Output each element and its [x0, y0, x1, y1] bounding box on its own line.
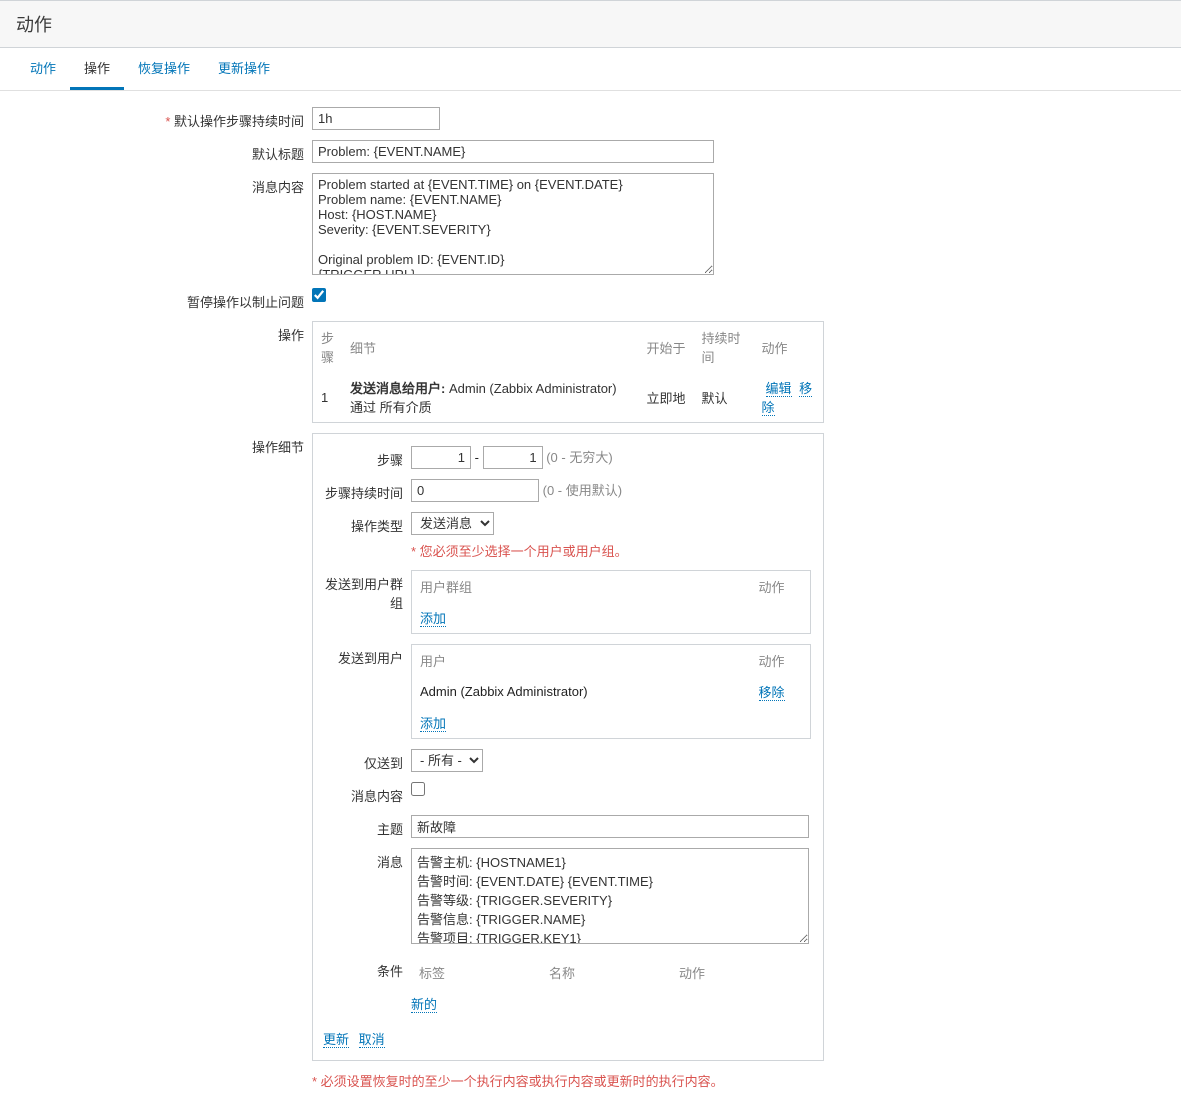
ops-row-num: 1 — [313, 372, 343, 423]
label-condition: 条件 — [323, 957, 411, 980]
ops-th-action: 动作 — [754, 322, 824, 373]
subject-input[interactable] — [411, 815, 809, 838]
label-operation-detail: 操作细节 — [12, 433, 312, 456]
default-step-duration-input[interactable] — [312, 107, 440, 130]
label-message: 消息 — [323, 848, 411, 871]
groups-add-link[interactable]: 添加 — [420, 611, 446, 627]
pause-operations-checkbox[interactable] — [312, 288, 326, 302]
op-type-select[interactable]: 发送消息 — [411, 512, 494, 535]
operation-detail-box: 步骤 - (0 - 无穷大) 步骤持续时间 (0 - 使用默认) — [312, 433, 824, 1061]
users-row: Admin (Zabbix Administrator) 移除 — [412, 676, 811, 707]
label-default-step-duration: * 默认操作步骤持续时间 — [12, 107, 312, 130]
users-th-user: 用户 — [412, 645, 751, 677]
message-textarea[interactable]: 告警主机: {HOSTNAME1} 告警时间: {EVENT.DATE} {EV… — [411, 848, 809, 944]
condition-table: 标签 名称 动作 新的 — [411, 957, 801, 1019]
ops-row-edit-link[interactable]: 编辑 — [766, 381, 792, 397]
groups-th-action: 动作 — [751, 571, 811, 603]
send-to-users-table: 用户 动作 Admin (Zabbix Administrator) 移除 添加 — [411, 644, 811, 739]
users-add-link[interactable]: 添加 — [420, 716, 446, 732]
send-to-groups-table: 用户群组 动作 添加 — [411, 570, 811, 634]
label-send-to-users: 发送到用户 — [323, 644, 411, 667]
cond-new-link[interactable]: 新的 — [411, 997, 437, 1013]
tabs: 动作 操作 恢复操作 更新操作 — [0, 48, 1181, 91]
users-th-action: 动作 — [751, 645, 811, 677]
ops-th-step: 步骤 — [313, 322, 343, 373]
groups-th-group: 用户群组 — [412, 571, 751, 603]
step-from-input[interactable] — [411, 446, 471, 469]
ops-row-duration: 默认 — [694, 372, 754, 423]
cancel-button[interactable]: 取消 — [359, 1032, 385, 1048]
label-op-type: 操作类型 — [323, 512, 411, 535]
label-subject: 主题 — [323, 815, 411, 838]
label-default-subject: 默认标题 — [12, 140, 312, 163]
step-duration-hint: (0 - 使用默认) — [543, 483, 622, 498]
operations-table: 步骤 细节 开始于 持续时间 动作 1 发送消息给用户: Admin (Zabb… — [312, 321, 824, 423]
step-duration-input[interactable] — [411, 479, 539, 502]
step-hint: (0 - 无穷大) — [546, 450, 612, 465]
step-to-input[interactable] — [483, 446, 543, 469]
ops-th-detail: 细节 — [342, 322, 633, 373]
cond-th-label: 标签 — [411, 957, 541, 988]
cond-th-name: 名称 — [541, 957, 671, 988]
update-button[interactable]: 更新 — [323, 1032, 349, 1048]
only-send-to-select[interactable]: - 所有 - — [411, 749, 483, 772]
label-message-content-chk: 消息内容 — [323, 782, 411, 805]
operations-row: 1 发送消息给用户: Admin (Zabbix Administrator) … — [313, 372, 824, 423]
ops-row-detail: 发送消息给用户: Admin (Zabbix Administrator) 通过… — [342, 372, 633, 423]
label-operations: 操作 — [12, 321, 312, 344]
label-message-content: 消息内容 — [12, 173, 312, 196]
default-subject-input[interactable] — [312, 140, 714, 163]
page-title: 动作 — [0, 0, 1181, 48]
ops-row-start: 立即地 — [634, 372, 694, 423]
users-row-name: Admin (Zabbix Administrator) — [412, 676, 751, 707]
ops-th-duration: 持续时间 — [694, 322, 754, 373]
op-type-error: 您必须至少选择一个用户或用户组。 — [420, 544, 628, 559]
message-content-textarea[interactable]: Problem started at {EVENT.TIME} on {EVEN… — [312, 173, 714, 275]
tab-action[interactable]: 动作 — [16, 48, 70, 90]
cond-th-action: 动作 — [671, 957, 801, 988]
label-step-duration: 步骤持续时间 — [323, 479, 411, 502]
tab-operations[interactable]: 操作 — [70, 48, 124, 90]
label-only-send-to: 仅送到 — [323, 749, 411, 772]
ops-th-start: 开始于 — [634, 322, 694, 373]
users-row-remove-link[interactable]: 移除 — [759, 685, 785, 701]
label-send-to-groups: 发送到用户群组 — [323, 570, 411, 612]
footer-error: 必须设置恢复时的至少一个执行内容或执行内容或更新时的执行内容。 — [321, 1074, 724, 1089]
tab-recovery-operations[interactable]: 恢复操作 — [124, 48, 204, 90]
tab-update-operations[interactable]: 更新操作 — [204, 48, 284, 90]
message-content-checkbox[interactable] — [411, 782, 425, 796]
label-pause-operations: 暂停操作以制止问题 — [12, 288, 312, 311]
label-step: 步骤 — [323, 446, 411, 469]
